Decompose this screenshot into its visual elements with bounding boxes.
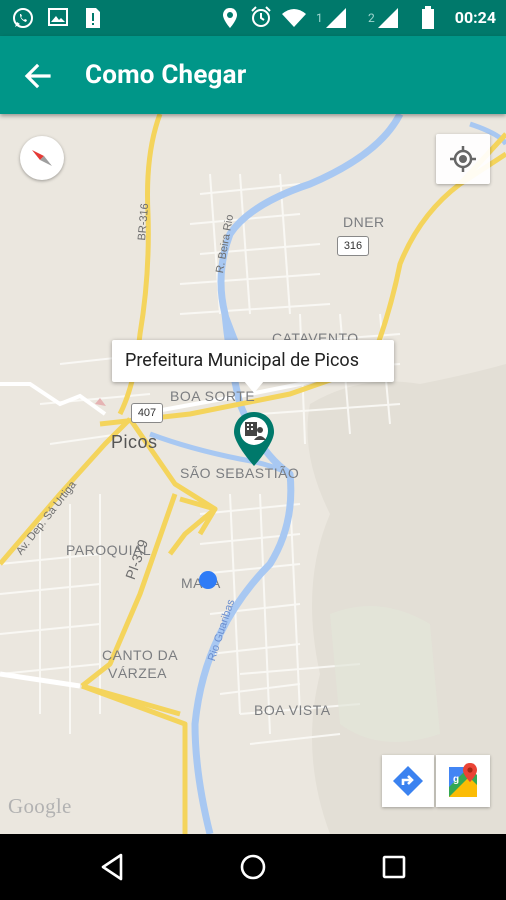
location-icon [223,8,237,28]
directions-button[interactable] [382,755,434,807]
svg-text:g: g [453,774,459,785]
map-view[interactable]: DNER CATAVENTO BOA SORTE Picos SÃO SEBAS… [0,114,506,834]
battery-icon [422,6,434,29]
info-window-tail [244,381,264,393]
road-shield-407: 407 [131,403,163,423]
compass-icon [32,150,52,166]
map-label-dner: DNER [343,214,385,230]
app-bar: Como Chegar [0,36,506,114]
google-maps-icon: g [449,763,477,797]
google-watermark: Google [8,794,72,818]
status-bar: 1 2 00:24 [0,0,506,36]
signal-1-icon [326,8,346,28]
sim1-label: 1 [316,11,323,25]
image-icon [48,8,68,26]
sim-alert-icon [86,8,100,28]
alarm-icon [251,6,271,27]
arrow-back-icon[interactable] [22,61,52,91]
compass-button[interactable] [20,136,64,180]
signal-2-icon [378,8,398,28]
nav-home-icon[interactable] [238,852,268,882]
map-label-picos: Picos [111,432,158,452]
place-marker-icon[interactable] [232,410,276,468]
wifi-icon [282,9,306,27]
map-label-boa-sorte: BOA SORTE [170,388,256,404]
map-label-canto-da: CANTO DA [102,647,179,663]
map-label-boa-vista: BOA VISTA [254,702,331,718]
marker-info-window[interactable]: Prefeitura Municipal de Picos [112,340,394,393]
nav-recents-icon[interactable] [379,852,409,882]
my-location-button[interactable] [436,134,490,184]
road-shield-316: 316 [337,236,369,256]
my-location-icon [450,146,476,172]
nav-back-icon[interactable] [98,852,128,882]
map-label-varzea: VÁRZEA [108,665,168,681]
google-maps-button[interactable]: g [436,755,490,807]
user-location-dot [199,571,217,589]
clock: 00:24 [454,8,496,27]
directions-icon [393,766,423,796]
page-title: Como Chegar [85,60,247,90]
system-nav-bar [0,834,506,900]
whatsapp-icon [13,8,33,28]
sim2-label: 2 [368,11,375,25]
info-window-title: Prefeitura Municipal de Picos [125,350,359,371]
